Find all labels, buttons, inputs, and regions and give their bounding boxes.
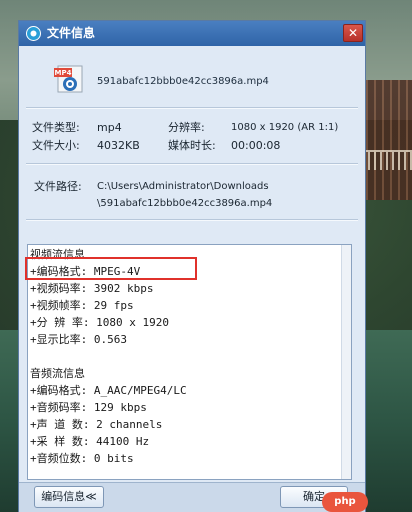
- file-path-line-2: \591abafc12bbb0e42cc3896a.mp4: [97, 198, 273, 209]
- stream-info-line: +采 样 数: 44100 Hz: [30, 435, 150, 448]
- resolution-value: 1080 x 1920 (AR 1:1): [231, 122, 339, 133]
- codec-info-button[interactable]: 编码信息≪: [34, 486, 104, 508]
- app-icon: [26, 26, 41, 41]
- stream-info-line: +音频位数: 0 bits: [30, 452, 134, 465]
- scrollbar[interactable]: [341, 245, 351, 479]
- stream-info-line: +音频码率: 129 kbps: [30, 401, 147, 414]
- file-name: 591abafc12bbb0e42cc3896a.mp4: [97, 76, 269, 87]
- file-info-dialog: 文件信息 ✕ MP4 591abafc12bbb0e42cc3896a.mp4 …: [18, 20, 366, 512]
- stream-info-line: +视频码率: 3902 kbps: [30, 282, 154, 295]
- close-icon: ✕: [347, 26, 359, 40]
- divider: [26, 163, 358, 165]
- stream-info-line: +分 辨 率: 1080 x 1920: [30, 316, 169, 329]
- file-type-label: 文件类型:: [32, 121, 80, 134]
- stream-info-line: +显示比率: 0.563: [30, 333, 127, 346]
- title-bar[interactable]: 文件信息 ✕: [19, 21, 365, 46]
- file-type-value: mp4: [97, 121, 122, 134]
- duration-value: 00:00:08: [231, 139, 281, 152]
- file-path-label: 文件路径:: [34, 180, 82, 193]
- divider: [26, 219, 358, 221]
- php-badge: php: [322, 492, 368, 512]
- mp4-file-icon: MP4: [54, 65, 83, 93]
- file-size-label: 文件大小:: [32, 139, 80, 152]
- bottom-bar: 编码信息≪ 确定: [19, 482, 365, 512]
- file-path-line-1: C:\Users\Administrator\Downloads: [97, 181, 269, 192]
- file-size-value: 4032KB: [97, 139, 140, 152]
- stream-info-line: +视频帧率: 29 fps: [30, 299, 134, 312]
- divider: [26, 107, 358, 109]
- stream-info-line: +声 道 数: 2 channels: [30, 418, 163, 431]
- mp4-file-icon-label: MP4: [55, 69, 72, 77]
- window-title: 文件信息: [47, 26, 96, 40]
- close-button[interactable]: ✕: [343, 24, 363, 42]
- resolution-label: 分辨率:: [168, 121, 205, 134]
- codec-highlight-box: [25, 257, 197, 280]
- stream-info-line: +编码格式: A_AAC/MPEG4/LC: [30, 384, 187, 397]
- stream-info-line: 音频流信息: [30, 367, 85, 380]
- duration-label: 媒体时长:: [168, 139, 216, 152]
